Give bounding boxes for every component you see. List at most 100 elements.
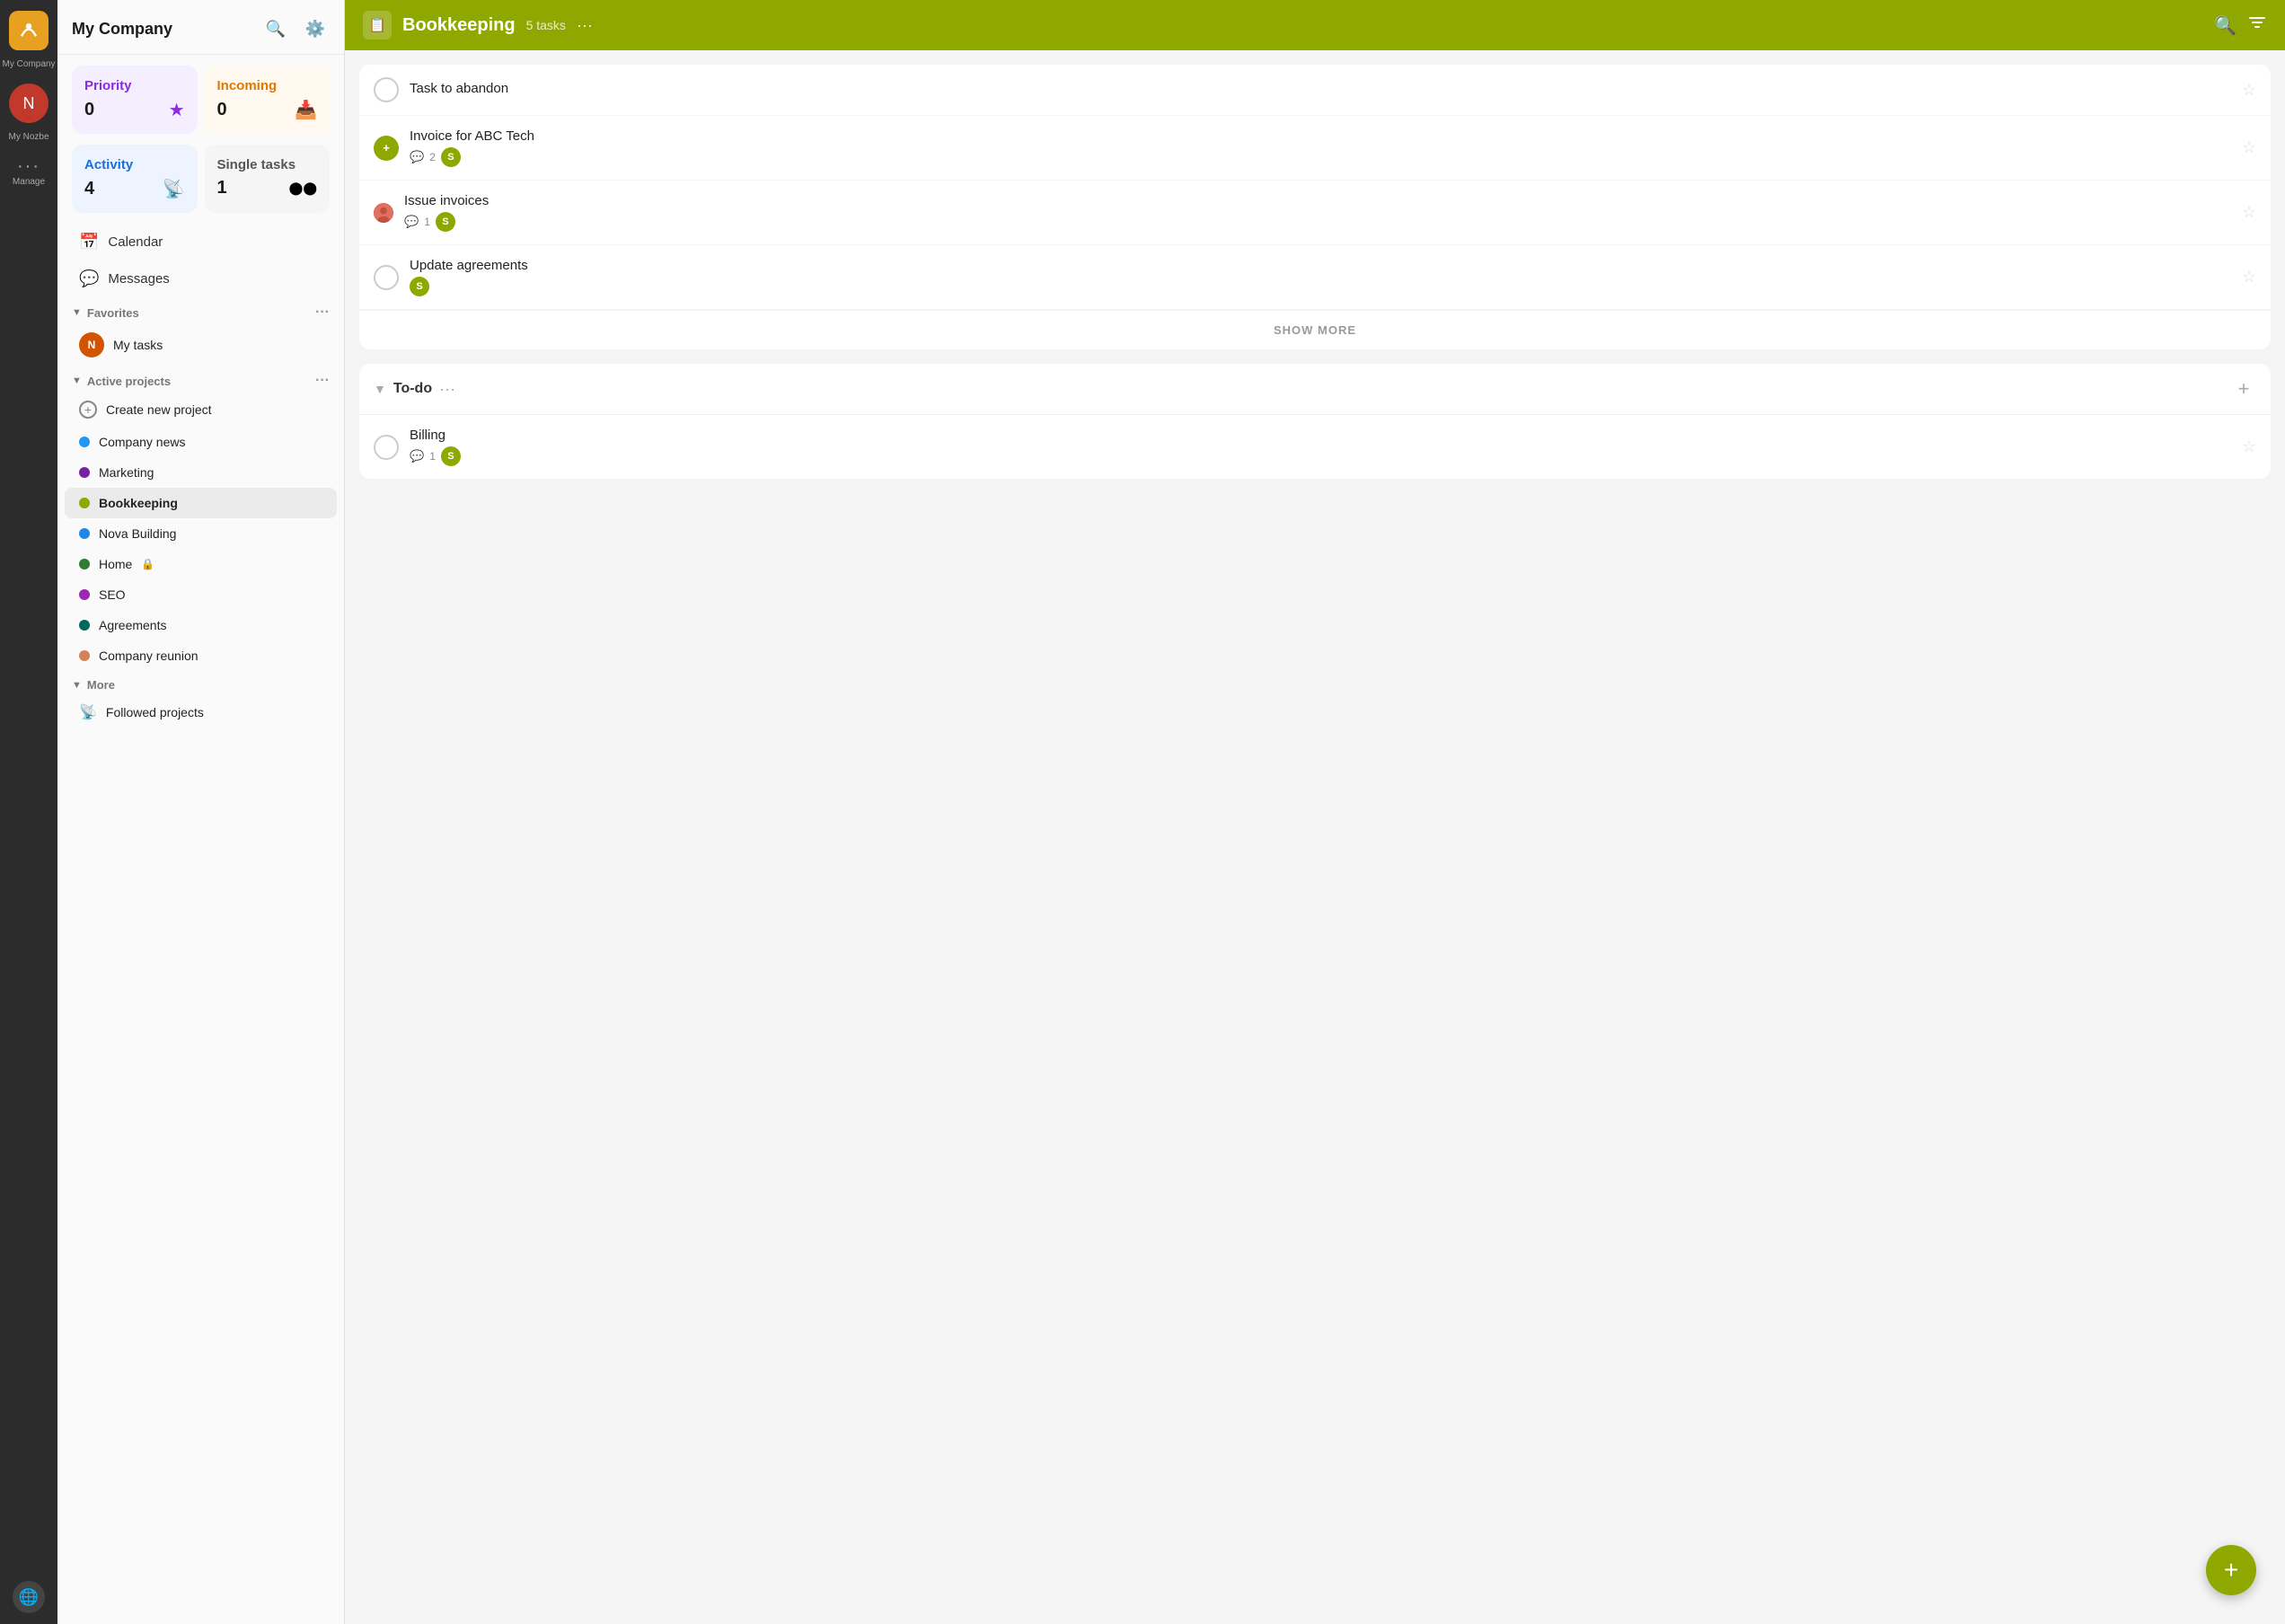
company-news-label: Company news — [99, 435, 186, 449]
manage-label: Manage — [13, 177, 45, 187]
icon-bar: My Company N My Nozbe ··· Manage 🌐 — [0, 0, 57, 1624]
sidebar-settings-button[interactable]: ⚙️ — [301, 14, 330, 43]
task-item-update-agreements[interactable]: Update agreements S ☆ — [359, 245, 2271, 310]
task-item-task-to-abandon[interactable]: Task to abandon ☆ — [359, 65, 2271, 116]
topbar-title: Bookkeeping — [402, 15, 516, 36]
task-star-3[interactable]: ☆ — [2242, 203, 2256, 222]
seo-label: SEO — [99, 587, 126, 602]
active-projects-arrow-icon: ▼ — [72, 375, 82, 386]
single-tasks-card[interactable]: Single tasks 1 ⬤⬤ — [205, 145, 331, 213]
task-s-badge-4: S — [410, 277, 429, 296]
more-label: More — [87, 678, 115, 692]
nova-building-dot — [79, 528, 90, 539]
task-s-badge-2: S — [441, 147, 461, 167]
priority-card-footer: 0 ★ — [84, 99, 185, 121]
sidebar-header-icons: 🔍 ⚙️ — [261, 14, 330, 43]
create-project-label: Create new project — [106, 402, 212, 417]
bookkeeping-dot — [79, 498, 90, 508]
topbar: 📋 Bookkeeping 5 tasks ··· 🔍 — [345, 0, 2285, 50]
single-tasks-card-count: 1 — [217, 178, 227, 199]
priority-card-label: Priority — [84, 78, 185, 93]
active-projects-section-header: ▼ Active projects ··· — [57, 366, 344, 393]
task-star-5[interactable]: ☆ — [2242, 437, 2256, 456]
active-projects-options-icon[interactable]: ··· — [315, 373, 330, 389]
topbar-project-emoji: 📋 — [368, 16, 386, 34]
sidebar-item-messages[interactable]: 💬 Messages — [65, 260, 337, 297]
task-add-icon-2[interactable]: + — [374, 136, 399, 161]
activity-card-footer: 4 📡 — [84, 178, 185, 200]
sidebar-item-bookkeeping[interactable]: Bookkeeping — [65, 488, 337, 518]
marketing-label: Marketing — [99, 465, 154, 480]
home-lock-icon: 🔒 — [141, 558, 154, 570]
sidebar-item-followed-projects[interactable]: 📡 Followed projects — [65, 695, 337, 729]
sidebar-search-button[interactable]: 🔍 — [261, 14, 290, 43]
topbar-options-button[interactable]: ··· — [577, 16, 593, 35]
activity-card[interactable]: Activity 4 📡 — [72, 145, 198, 213]
home-dot — [79, 559, 90, 569]
priority-card-icon: ★ — [169, 99, 185, 121]
app-logo[interactable] — [9, 11, 49, 50]
globe-icon[interactable]: 🌐 — [13, 1581, 45, 1613]
single-tasks-card-icon: ⬤⬤ — [289, 181, 317, 196]
task-content-3: Issue invoices 💬 1 S — [404, 193, 2231, 232]
task-item-issue-invoices[interactable]: Issue invoices 💬 1 S ☆ — [359, 181, 2271, 245]
sidebar-item-create-new-project[interactable]: + Create new project — [65, 393, 337, 427]
agreements-label: Agreements — [99, 618, 166, 632]
task-item-invoice-abc-tech[interactable]: + Invoice for ABC Tech 💬 2 S ☆ — [359, 116, 2271, 181]
task-checkbox-5[interactable] — [374, 435, 399, 460]
messages-icon: 💬 — [79, 269, 99, 288]
task-meta-4: S — [410, 277, 2231, 296]
agreements-dot — [79, 620, 90, 631]
task-title-5: Billing — [410, 428, 2231, 443]
task-title-4: Update agreements — [410, 258, 2231, 273]
sidebar-item-my-tasks[interactable]: N My tasks — [65, 324, 337, 366]
manage-button[interactable]: ··· Manage — [13, 156, 45, 187]
task-checkbox-1[interactable] — [374, 77, 399, 102]
task-item-billing[interactable]: Billing 💬 1 S ☆ — [359, 415, 2271, 479]
main-content: 📋 Bookkeeping 5 tasks ··· 🔍 Task to aban… — [345, 0, 2285, 1624]
task-content-2: Invoice for ABC Tech 💬 2 S — [410, 128, 2231, 167]
single-tasks-card-label: Single tasks — [217, 157, 318, 172]
cards-row-2: Activity 4 📡 Single tasks 1 ⬤⬤ — [57, 145, 344, 224]
sidebar-item-calendar[interactable]: 📅 Calendar — [65, 224, 337, 260]
sidebar-title: My Company — [72, 20, 172, 39]
task-meta-3: 💬 1 S — [404, 212, 2231, 232]
favorites-options-icon[interactable]: ··· — [315, 304, 330, 321]
topbar-search-button[interactable]: 🔍 — [2214, 14, 2236, 37]
home-label: Home — [99, 557, 132, 571]
sidebar-item-company-reunion[interactable]: Company reunion — [65, 640, 337, 671]
fab-add-button[interactable]: + — [2206, 1545, 2256, 1595]
task-star-1[interactable]: ☆ — [2242, 81, 2256, 100]
todo-group-title: To-do — [393, 381, 432, 397]
sidebar-scrollable: 📅 Calendar 💬 Messages ▼ Favorites ··· N … — [57, 224, 344, 1624]
active-projects-label: Active projects — [87, 375, 171, 388]
incoming-card[interactable]: Incoming 0 📥 — [205, 66, 331, 134]
task-star-4[interactable]: ☆ — [2242, 268, 2256, 287]
sidebar-item-nova-building[interactable]: Nova Building — [65, 518, 337, 549]
sidebar-item-company-news[interactable]: Company news — [65, 427, 337, 457]
more-section-header: ▼ More — [57, 671, 344, 695]
sidebar-item-agreements[interactable]: Agreements — [65, 610, 337, 640]
cards-row: Priority 0 ★ Incoming 0 📥 — [57, 55, 344, 145]
task-content-1: Task to abandon — [410, 81, 2231, 100]
bookkeeping-label: Bookkeeping — [99, 496, 178, 510]
user-avatar-icon[interactable]: N — [9, 84, 49, 123]
task-meta-5: 💬 1 S — [410, 446, 2231, 466]
task-title-3: Issue invoices — [404, 193, 2231, 208]
priority-card[interactable]: Priority 0 ★ — [72, 66, 198, 134]
show-more-button[interactable]: SHOW MORE — [359, 310, 2271, 349]
more-arrow-icon: ▼ — [72, 680, 82, 691]
todo-group-add-button[interactable]: + — [2231, 376, 2256, 402]
sidebar-item-home[interactable]: Home 🔒 — [65, 549, 337, 579]
comment-count-2: 2 — [429, 151, 436, 163]
task-star-2[interactable]: ☆ — [2242, 138, 2256, 157]
create-project-add-icon: + — [79, 401, 97, 419]
task-content-4: Update agreements S — [410, 258, 2231, 296]
task-content-5: Billing 💬 1 S — [410, 428, 2231, 466]
topbar-filter-button[interactable] — [2247, 13, 2267, 38]
sidebar-item-marketing[interactable]: Marketing — [65, 457, 337, 488]
sidebar-item-seo[interactable]: SEO — [65, 579, 337, 610]
todo-group-options-icon[interactable]: ··· — [439, 380, 455, 399]
task-checkbox-4[interactable] — [374, 265, 399, 290]
task-title-2: Invoice for ABC Tech — [410, 128, 2231, 144]
